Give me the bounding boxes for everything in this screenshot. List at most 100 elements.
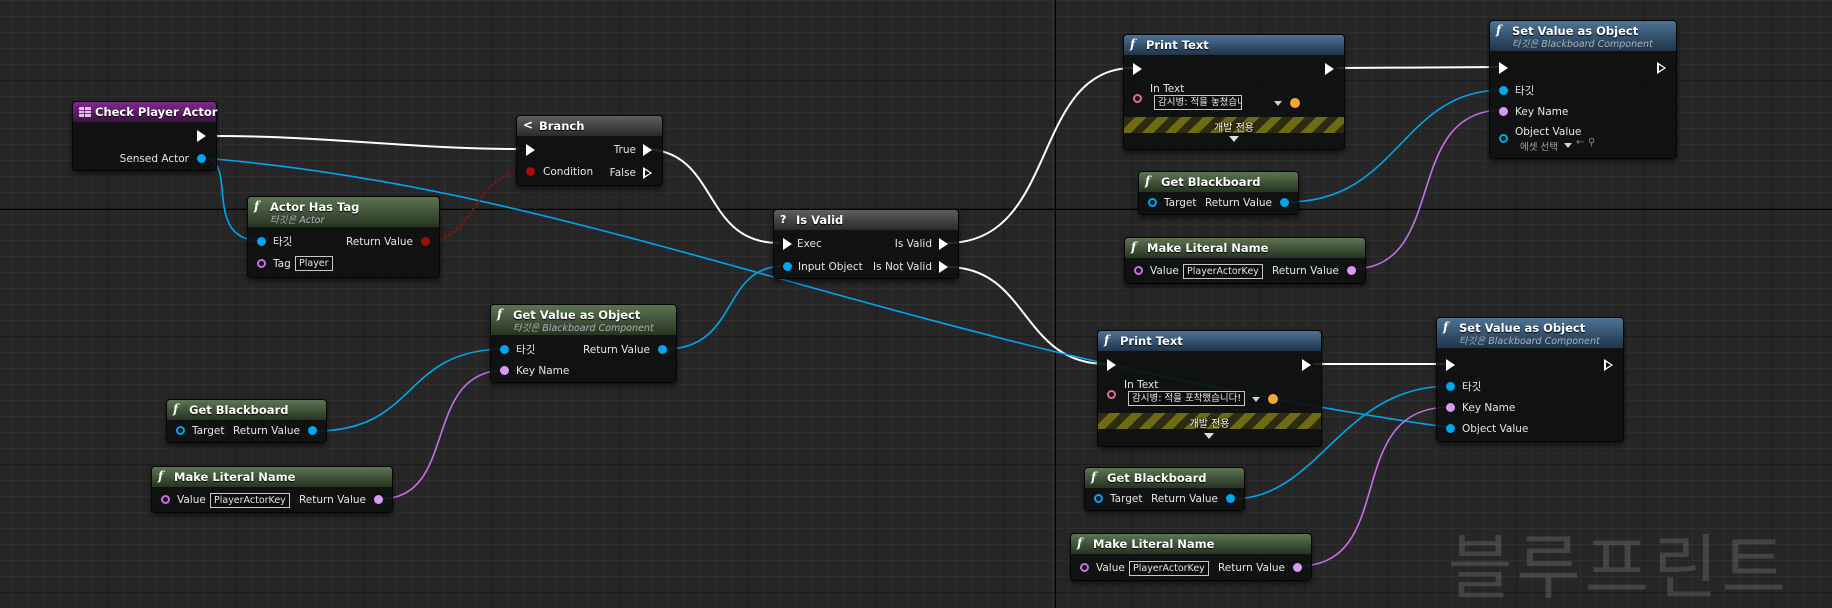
is-valid-exec-pin[interactable] xyxy=(939,238,948,250)
value-pin[interactable] xyxy=(1134,266,1143,275)
text-options-caret-icon[interactable] xyxy=(1252,397,1260,402)
exec-input-pin[interactable] xyxy=(1446,359,1455,371)
branch-node[interactable]: < Branch Condition True False xyxy=(516,115,663,186)
key-name-label: Key Name xyxy=(1462,402,1516,414)
node-header[interactable]: f Get Blackboard xyxy=(1139,172,1298,192)
return-value-pin[interactable] xyxy=(308,426,317,435)
in-text-field[interactable]: 감시병: 적을 놓쳤습니다... xyxy=(1154,95,1242,110)
in-text-field[interactable]: 감시병: 적을 포착했습니다! xyxy=(1128,391,1246,406)
in-text-pin[interactable] xyxy=(1133,94,1142,103)
node-header[interactable]: < Branch xyxy=(517,116,662,136)
exec-input-pin[interactable] xyxy=(1107,359,1116,371)
exec-output-pin[interactable] xyxy=(197,130,206,142)
input-object-label: Input Object xyxy=(798,261,863,273)
is-not-valid-exec-pin[interactable] xyxy=(939,261,948,273)
print-text-node[interactable]: f Print Text In Text 감시병: 적을 놓쳤습니다... 개발… xyxy=(1123,34,1345,150)
expand-arrow-icon[interactable] xyxy=(1204,433,1214,439)
make-literal-name-node[interactable]: f Make Literal Name Value PlayerActorKey… xyxy=(1124,237,1366,284)
object-value-label: Object Value xyxy=(1462,423,1529,435)
is-valid-node[interactable]: ? Is Valid Exec Input Object Is Valid Is… xyxy=(773,209,959,279)
localization-icon[interactable] xyxy=(1268,394,1278,404)
target-pin[interactable] xyxy=(1148,198,1157,207)
set-value-as-object-node[interactable]: f Set Value as Object 타깃은 Blackboard Com… xyxy=(1436,317,1624,442)
return-value-pin[interactable] xyxy=(1226,494,1235,503)
actor-has-tag-node[interactable]: f Actor Has Tag 타깃은 Actor 타깃 Tag Player … xyxy=(247,196,440,278)
target-pin[interactable] xyxy=(1446,382,1455,391)
exec-output-pin[interactable] xyxy=(1325,63,1334,75)
key-name-pin[interactable] xyxy=(1499,107,1508,116)
target-pin[interactable] xyxy=(500,345,509,354)
asset-dropdown-caret-icon[interactable] xyxy=(1564,143,1572,148)
exec-output-pin[interactable] xyxy=(1604,359,1613,371)
function-icon: f xyxy=(1131,240,1137,254)
get-value-as-object-node[interactable]: f Get Value as Object 타깃은 Blackboard Com… xyxy=(490,304,677,383)
exec-input-pin[interactable] xyxy=(1499,62,1508,74)
target-pin[interactable] xyxy=(1094,494,1103,503)
sensed-actor-pin[interactable] xyxy=(197,154,206,163)
exec-output-pin[interactable] xyxy=(1302,359,1311,371)
expand-arrow-icon[interactable] xyxy=(1229,136,1239,142)
target-pin[interactable] xyxy=(1499,86,1508,95)
object-value-pin[interactable] xyxy=(1446,424,1455,433)
target-pin[interactable] xyxy=(257,237,266,246)
blueprint-graph-canvas[interactable]: Check Player Actor Sensed Actor f Actor … xyxy=(0,0,1832,608)
return-value-pin[interactable] xyxy=(374,495,383,504)
node-header[interactable]: f Print Text xyxy=(1124,35,1344,55)
use-selected-arrow-icon[interactable]: ← xyxy=(1576,137,1584,148)
true-exec-pin[interactable] xyxy=(643,144,652,156)
node-header[interactable]: Check Player Actor xyxy=(73,102,218,122)
return-value-pin[interactable] xyxy=(1347,266,1356,275)
false-exec-pin[interactable] xyxy=(643,167,652,179)
return-value-pin[interactable] xyxy=(1280,198,1289,207)
value-pin[interactable] xyxy=(1080,563,1089,572)
exec-input-pin[interactable] xyxy=(1133,63,1142,75)
asset-select-dropdown[interactable]: 에셋 선택 xyxy=(1520,139,1558,153)
exec-input-pin[interactable] xyxy=(526,144,535,156)
return-value-label: Return Value xyxy=(582,344,650,356)
make-literal-name-node[interactable]: f Make Literal Name Value PlayerActorKey… xyxy=(151,466,393,513)
condition-pin[interactable] xyxy=(526,167,535,176)
node-header[interactable]: ? Is Valid xyxy=(774,210,958,230)
tag-pin[interactable] xyxy=(257,259,266,268)
key-name-pin[interactable] xyxy=(500,366,509,375)
node-header[interactable]: f Actor Has Tag 타깃은 Actor xyxy=(248,197,439,227)
node-header[interactable]: f Get Blackboard xyxy=(167,400,326,420)
return-value-label: Return Value xyxy=(1271,265,1339,277)
value-pin[interactable] xyxy=(161,495,170,504)
in-text-pin[interactable] xyxy=(1107,390,1116,399)
tag-value-field[interactable]: Player xyxy=(295,256,333,271)
print-text-node[interactable]: f Print Text In Text 감시병: 적을 포착했습니다! 개발 … xyxy=(1097,330,1322,447)
node-header[interactable]: f Set Value as Object 타깃은 Blackboard Com… xyxy=(1437,318,1623,348)
text-options-caret-icon[interactable] xyxy=(1274,101,1282,106)
set-value-as-object-node[interactable]: f Set Value as Object 타깃은 Blackboard Com… xyxy=(1489,20,1677,159)
branch-icon: < xyxy=(523,118,534,132)
localization-icon[interactable] xyxy=(1290,98,1300,108)
function-icon: f xyxy=(1091,470,1097,484)
get-blackboard-node[interactable]: f Get Blackboard Target Return Value xyxy=(1138,171,1299,215)
value-text-field[interactable]: PlayerActorKey xyxy=(210,493,290,508)
input-object-pin[interactable] xyxy=(783,262,792,271)
get-blackboard-node[interactable]: f Get Blackboard Target Return Value xyxy=(1084,467,1245,511)
node-header[interactable]: f Set Value as Object 타깃은 Blackboard Com… xyxy=(1490,21,1676,51)
key-name-pin[interactable] xyxy=(1446,403,1455,412)
exec-input-pin[interactable] xyxy=(783,238,792,250)
return-value-pin[interactable] xyxy=(1293,563,1302,572)
target-pin[interactable] xyxy=(176,426,185,435)
node-header[interactable]: f Make Literal Name xyxy=(152,467,392,487)
return-value-pin[interactable] xyxy=(658,345,667,354)
check-player-actor-node[interactable]: Check Player Actor Sensed Actor xyxy=(72,101,217,171)
browse-search-icon[interactable]: ⚲ xyxy=(1588,137,1595,148)
return-value-pin[interactable] xyxy=(421,237,430,246)
node-header[interactable]: f Get Blackboard xyxy=(1085,468,1244,488)
node-title: Check Player Actor xyxy=(95,105,218,119)
value-text-field[interactable]: PlayerActorKey xyxy=(1183,264,1263,279)
make-literal-name-node[interactable]: f Make Literal Name Value PlayerActorKey… xyxy=(1070,533,1312,581)
value-text-field[interactable]: PlayerActorKey xyxy=(1129,561,1209,576)
exec-output-pin[interactable] xyxy=(1657,62,1666,74)
node-header[interactable]: f Make Literal Name xyxy=(1125,238,1365,258)
node-header[interactable]: f Make Literal Name xyxy=(1071,534,1311,554)
object-value-pin[interactable] xyxy=(1499,134,1508,143)
get-blackboard-node[interactable]: f Get Blackboard Target Return Value xyxy=(166,399,327,443)
node-header[interactable]: f Print Text xyxy=(1098,331,1321,351)
node-header[interactable]: f Get Value as Object 타깃은 Blackboard Com… xyxy=(491,305,676,335)
